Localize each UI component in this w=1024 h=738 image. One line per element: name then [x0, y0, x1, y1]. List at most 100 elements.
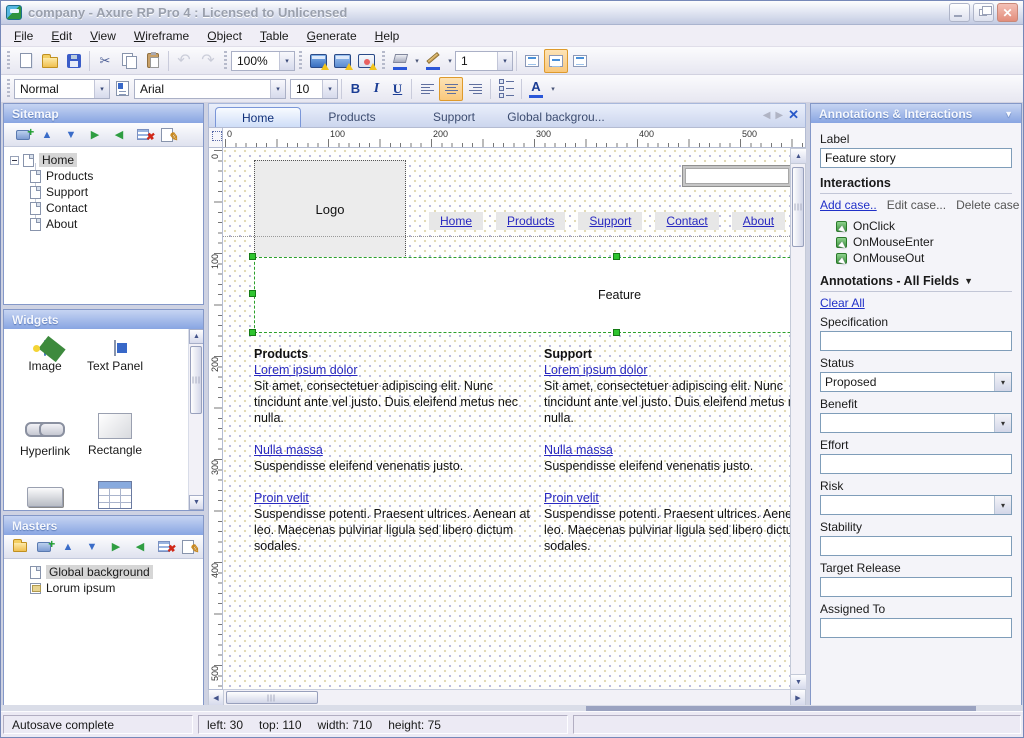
master-row-global-background[interactable]: Global background — [8, 564, 199, 580]
valign-middle-button[interactable] — [544, 49, 568, 73]
open-button[interactable] — [38, 49, 62, 73]
underline-button[interactable]: U — [387, 77, 408, 101]
menu-edit[interactable]: Edit — [42, 26, 81, 46]
redo-button[interactable]: ↷ — [196, 49, 220, 73]
nav-link-contact[interactable]: Contact — [655, 212, 718, 230]
selection-handle-mid-left[interactable] — [249, 290, 256, 297]
toolbar-drag-handle[interactable] — [7, 79, 10, 99]
fill-color-dropdown[interactable]: ▾ — [412, 57, 422, 65]
text-field-widget[interactable] — [682, 165, 790, 187]
add-page-button[interactable]: + — [11, 126, 35, 144]
selection-handle-top-center[interactable] — [613, 253, 620, 260]
tree-row-support[interactable]: Support — [26, 184, 199, 200]
effort-input[interactable] — [820, 454, 1012, 474]
column-link[interactable]: Proin velit — [254, 490, 309, 506]
status-select[interactable]: Proposed ▾ — [820, 372, 1012, 392]
event-onclick[interactable]: OnClick — [836, 218, 1012, 234]
tab-products[interactable]: Products — [301, 107, 403, 127]
menu-table[interactable]: Table — [251, 26, 298, 46]
splitter-segment[interactable] — [586, 706, 976, 711]
tab-scroll-right-icon[interactable]: ▶ — [775, 110, 783, 121]
widget-rectangle[interactable]: Rectangle — [84, 411, 146, 457]
products-column[interactable]: Products Lorem ipsum dolor Sit amet, con… — [254, 346, 538, 554]
new-folder-button[interactable] — [8, 538, 32, 556]
line-color-button[interactable] — [422, 49, 444, 73]
save-button[interactable] — [62, 49, 86, 73]
bold-button[interactable]: B — [345, 77, 366, 101]
nav-link-home[interactable]: Home — [429, 212, 483, 230]
align-center-button[interactable] — [439, 77, 463, 101]
nav-link-products[interactable]: Products — [496, 212, 565, 230]
column-link[interactable]: Lorem ipsum dolor — [254, 362, 358, 378]
event-onmouseout[interactable]: OnMouseOut — [836, 250, 1012, 266]
add-case-link[interactable]: Add case.. — [820, 198, 877, 212]
outdent-button[interactable]: ◀ — [107, 126, 131, 144]
menu-wireframe[interactable]: Wireframe — [125, 26, 198, 46]
clear-all-link[interactable]: Clear All — [820, 296, 865, 310]
master-label[interactable]: Lorum ipsum — [46, 581, 115, 595]
column-link[interactable]: Proin velit — [544, 490, 599, 506]
tab-close-icon[interactable]: ✕ — [788, 107, 799, 123]
widget-text-panel[interactable]: Text Panel — [84, 341, 146, 373]
chevron-down-icon[interactable]: ▾ — [994, 373, 1011, 391]
widget-hyperlink[interactable]: Hyperlink — [14, 413, 76, 458]
support-column[interactable]: Support Lorem ipsum dolor Sit amet, cons… — [544, 346, 790, 554]
chevron-down-icon[interactable]: ▾ — [497, 52, 512, 70]
risk-select[interactable]: ▾ — [820, 495, 1012, 515]
scroll-down-button[interactable]: ▼ — [189, 495, 203, 510]
tree-label[interactable]: About — [46, 217, 77, 231]
move-down-button[interactable]: ▼ — [59, 126, 83, 144]
indent-button[interactable]: ▶ — [104, 538, 128, 556]
delete-page-button[interactable]: ✖ — [131, 126, 155, 144]
scroll-up-button[interactable]: ▲ — [189, 329, 203, 344]
zoom-combobox[interactable]: 100% ▾ — [231, 51, 295, 71]
generate-spec-button[interactable] — [354, 49, 378, 73]
widget-table[interactable] — [84, 481, 146, 509]
line-width-combobox[interactable]: 1 ▾ — [455, 51, 513, 71]
scroll-left-button[interactable]: ◀ — [209, 690, 224, 705]
target-release-input[interactable] — [820, 577, 1012, 597]
menu-help[interactable]: Help — [366, 26, 409, 46]
undo-button[interactable]: ↶ — [172, 49, 196, 73]
nav-link-about[interactable]: About — [732, 212, 785, 230]
logo-widget[interactable]: Logo — [254, 160, 406, 258]
widget-button[interactable] — [14, 487, 76, 507]
valign-top-button[interactable] — [520, 49, 544, 73]
move-down-button[interactable]: ▼ — [80, 538, 104, 556]
indent-button[interactable]: ▶ — [83, 126, 107, 144]
tree-row-contact[interactable]: Contact — [26, 200, 199, 216]
font-color-dropdown[interactable]: ▾ — [548, 85, 558, 93]
master-row-lorum-ipsum[interactable]: Lorum ipsum — [8, 580, 199, 596]
restore-button[interactable] — [973, 3, 994, 22]
label-input[interactable] — [820, 148, 1012, 168]
all-fields-collapse-icon[interactable]: ▼ — [964, 276, 973, 286]
edit-case-link[interactable]: Edit case... — [887, 198, 946, 212]
line-color-dropdown[interactable]: ▾ — [445, 57, 455, 65]
toolbar-drag-handle[interactable] — [299, 51, 302, 71]
selection-handle-bottom-left[interactable] — [249, 329, 256, 336]
menu-object[interactable]: Object — [198, 26, 251, 46]
widget-image[interactable]: Image — [14, 341, 76, 373]
generate-html-button[interactable] — [306, 49, 330, 73]
tab-support[interactable]: Support — [403, 107, 505, 127]
benefit-select[interactable]: ▾ — [820, 413, 1012, 433]
collapse-icon[interactable] — [10, 156, 19, 165]
panel-menu-icon[interactable]: ▼ — [1004, 109, 1013, 119]
scroll-right-button[interactable]: ▶ — [790, 690, 805, 705]
specification-input[interactable] — [820, 331, 1012, 351]
align-right-button[interactable] — [463, 77, 487, 101]
feature-widget-selected[interactable]: Feature — [254, 257, 790, 333]
cut-button[interactable]: ✂ — [93, 49, 117, 73]
toolbar-drag-handle[interactable] — [224, 51, 227, 71]
assigned-to-input[interactable] — [820, 618, 1012, 638]
scroll-thumb[interactable] — [792, 167, 804, 247]
font-size-combobox[interactable]: 10 ▾ — [290, 79, 338, 99]
scroll-thumb[interactable] — [190, 346, 202, 414]
scroll-down-button[interactable]: ▼ — [791, 674, 806, 689]
wireframe-canvas[interactable]: Logo Home Products Support Contact About… — [223, 148, 790, 690]
canvas-horizontal-scrollbar[interactable]: ◀ ▶ — [208, 690, 806, 706]
chevron-down-icon[interactable]: ▾ — [994, 496, 1011, 514]
event-onmouseenter[interactable]: OnMouseEnter — [836, 234, 1012, 250]
bullet-list-button[interactable] — [494, 77, 518, 101]
close-button[interactable]: ✕ — [997, 3, 1018, 22]
